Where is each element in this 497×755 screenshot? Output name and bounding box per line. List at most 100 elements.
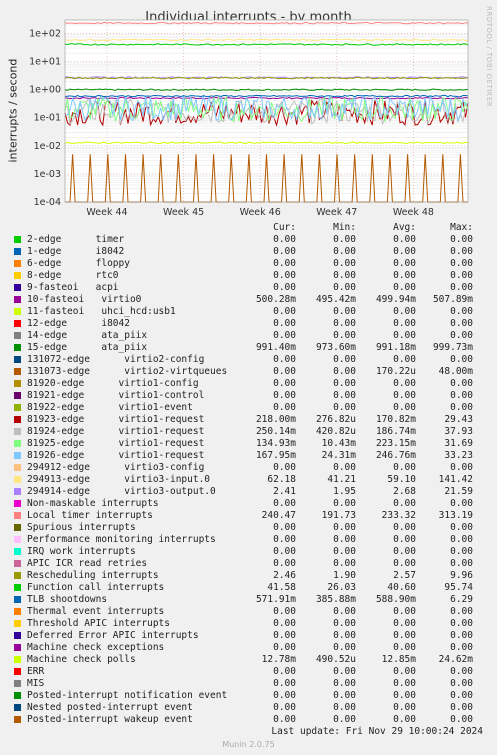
- legend-cur-value: 0.00: [273, 546, 296, 557]
- legend-swatch: [14, 668, 21, 675]
- legend-min-value: 0.00: [333, 498, 356, 509]
- legend-avg-value: 0.00: [393, 498, 416, 509]
- legend-row: 131073-edge virtio2-virtqueues 0.00 0.00 17…: [0, 366, 497, 378]
- legend-max-value: 31.69: [444, 438, 473, 449]
- legend-avg-value: 2.68: [393, 486, 416, 497]
- legend-avg-value: 0.00: [393, 690, 416, 701]
- legend-cur-value: 0.00: [273, 366, 296, 377]
- legend-min-value: 0.00: [333, 690, 356, 701]
- legend-cur-value: 2.46: [273, 570, 296, 581]
- legend-max-value: 95.74: [444, 582, 473, 593]
- legend-avg-value: 499.94m: [375, 294, 416, 305]
- legend-max-value: 21.59: [444, 486, 473, 497]
- legend-label: Non-maskable interrupts: [27, 498, 159, 509]
- legend-max-value: 999.73m: [432, 342, 473, 353]
- legend-row: 81925-edge virtio1-request 134.93m 10.43m 2…: [0, 438, 497, 450]
- legend-label: 81922-edge virtio1-event: [27, 402, 193, 413]
- legend-label: 10-fasteoi virtio0: [27, 294, 142, 305]
- legend-row: ERR 0.00 0.00 0.00 0.00: [0, 666, 497, 678]
- legend-label: 131073-edge virtio2-virtqueues: [27, 366, 228, 377]
- legend-label: 81926-edge virtio1-request: [27, 450, 205, 461]
- legend-swatch: [14, 452, 21, 459]
- y-tick-label: 1e-04: [34, 197, 61, 208]
- legend-row: 294914-edge virtio3-output.0 2.41 1.95 2.68…: [0, 486, 497, 498]
- legend-min-value: 0.00: [333, 246, 356, 257]
- legend-cur-value: 0.00: [273, 666, 296, 677]
- legend-label: 131072-edge virtio2-config: [27, 354, 205, 365]
- legend-min-value: 0.00: [333, 354, 356, 365]
- y-tick-label: 1e-03: [34, 169, 61, 180]
- legend-cur-value: 0.00: [273, 558, 296, 569]
- legend-min-value: 0.00: [333, 402, 356, 413]
- legend-swatch: [14, 380, 21, 387]
- legend-max-value: 0.00: [450, 234, 473, 245]
- legend-label: MIS: [27, 678, 45, 689]
- legend-min-value: 0.00: [333, 378, 356, 389]
- legend-cur-value: 0.00: [273, 234, 296, 245]
- legend-avg-value: 59.10: [387, 474, 416, 485]
- legend-label: 81924-edge virtio1-request: [27, 426, 205, 437]
- legend-cur-value: 167.95m: [255, 450, 296, 461]
- legend-max-value: 0.00: [450, 330, 473, 341]
- legend-avg-value: 0.00: [393, 306, 416, 317]
- legend-cur-value: 0.00: [273, 390, 296, 401]
- legend-label: 11-fasteoi uhci_hcd:usb1: [27, 306, 176, 317]
- legend-label: Thermal event interrupts: [27, 606, 165, 617]
- legend-row: 14-edge ata_piix 0.00 0.00 0.00 0.00: [0, 330, 497, 342]
- legend-cur-value: 0.00: [273, 678, 296, 689]
- legend-avg-value: 0.00: [393, 234, 416, 245]
- legend-cur-value: 240.47: [261, 510, 296, 521]
- x-tick-label: Week 46: [240, 207, 281, 215]
- legend-max-value: 0.00: [450, 258, 473, 269]
- legend-swatch: [14, 308, 21, 315]
- legend-swatch: [14, 488, 21, 495]
- legend-swatch: [14, 260, 21, 267]
- legend-label: 294914-edge virtio3-output.0: [27, 486, 216, 497]
- legend-cur-value: 0.00: [273, 534, 296, 545]
- legend-max-value: 9.96: [450, 570, 473, 581]
- legend-cur-value: 991.40m: [255, 342, 296, 353]
- legend-max-value: 0.00: [450, 534, 473, 545]
- legend-row: 81924-edge virtio1-request 250.14m 420.82u…: [0, 426, 497, 438]
- legend-swatch: [14, 512, 21, 519]
- legend-max-value: 0.00: [450, 246, 473, 257]
- legend-swatch: [14, 680, 21, 687]
- legend-label: 2-edge timer: [27, 234, 125, 245]
- legend-min-value: 24.31m: [321, 450, 356, 461]
- legend-row: 81923-edge virtio1-request 218.00m 276.82u…: [0, 414, 497, 426]
- legend-row: APIC ICR read retries 0.00 0.00 0.00 0.00: [0, 558, 497, 570]
- legend-avg-value: 0.00: [393, 390, 416, 401]
- legend-cur-value: 0.00: [273, 378, 296, 389]
- legend-avg-value: 12.85m: [381, 654, 416, 665]
- legend-max-value: 0.00: [450, 618, 473, 629]
- legend-max-value: 0.00: [450, 270, 473, 281]
- legend-cur-value: 0.00: [273, 690, 296, 701]
- legend-row: 6-edge floppy 0.00 0.00 0.00 0.00: [0, 258, 497, 270]
- legend-row: Machine check polls 12.78m 490.52u 12.85m 24…: [0, 654, 497, 666]
- legend-max-value: 0.00: [450, 630, 473, 641]
- legend-min-value: 0.00: [333, 522, 356, 533]
- legend-swatch: [14, 368, 21, 375]
- legend-avg-value: 0.00: [393, 462, 416, 473]
- legend-col-max: Max:: [450, 222, 473, 233]
- legend-avg-value: 0.00: [393, 618, 416, 629]
- legend-avg-value: 588.90m: [375, 594, 416, 605]
- legend-min-value: 0.00: [333, 702, 356, 713]
- legend-min-value: 10.43m: [321, 438, 356, 449]
- legend-cur-value: 571.91m: [255, 594, 296, 605]
- legend-min-value: 0.00: [333, 318, 356, 329]
- legend-cur-value: 0.00: [273, 606, 296, 617]
- legend-cur-value: 0.00: [273, 642, 296, 653]
- legend-swatch: [14, 620, 21, 627]
- legend-label: Posted-interrupt notification event: [27, 690, 228, 701]
- legend-swatch: [14, 596, 21, 603]
- legend-min-value: 0.00: [333, 558, 356, 569]
- legend-avg-value: 0.00: [393, 330, 416, 341]
- legend-max-value: 0.00: [450, 498, 473, 509]
- legend-label: 12-edge i8042: [27, 318, 130, 329]
- legend-avg-value: 170.22u: [375, 366, 416, 377]
- legend-swatch: [14, 404, 21, 411]
- legend-swatch: [14, 536, 21, 543]
- legend-swatch: [14, 692, 21, 699]
- legend-label: Function call interrupts: [27, 582, 165, 593]
